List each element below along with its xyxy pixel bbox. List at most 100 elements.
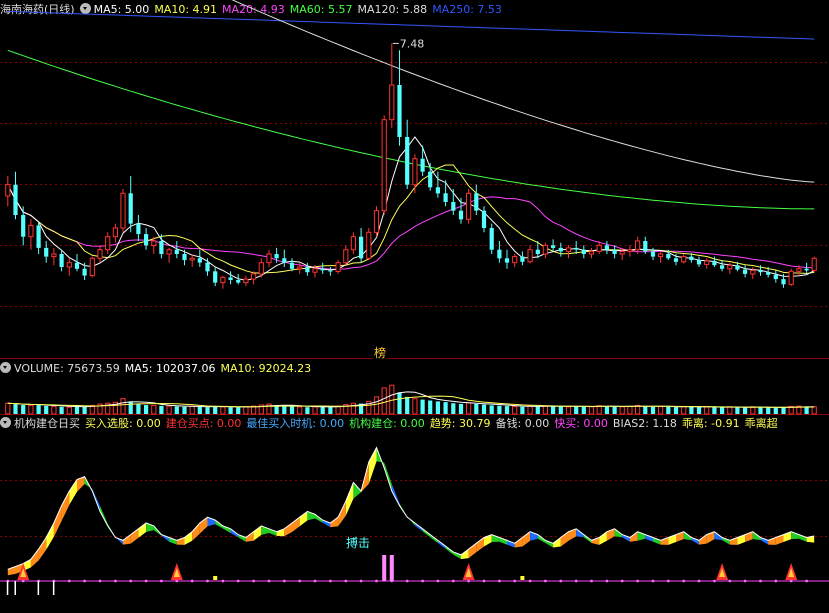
candle-body [220, 276, 226, 284]
trend-band-segment [69, 479, 77, 505]
volume-bar [766, 407, 771, 414]
candle-body [282, 258, 287, 263]
candle-body [581, 249, 586, 254]
candle-body [21, 215, 26, 237]
candle-body [343, 249, 349, 264]
candle-body [811, 257, 817, 271]
volume-bar [727, 406, 733, 415]
volume-bar [312, 406, 318, 415]
candle-body [650, 251, 656, 257]
rank-badge[interactable]: 榜 [374, 345, 386, 360]
peak-price-label: 7.48 [400, 37, 425, 50]
volume-bar [128, 401, 133, 414]
baseline-dot [590, 579, 593, 583]
volume-bar [236, 407, 241, 414]
volume-bar [689, 406, 694, 414]
candle-body [481, 210, 487, 228]
baseline-dot [160, 579, 163, 583]
candle-body [44, 247, 49, 257]
candle-body [451, 202, 456, 211]
baseline-dot [329, 579, 332, 583]
trend-band-segment [522, 531, 531, 547]
volume-bar [159, 405, 164, 414]
baseline-dot [620, 579, 624, 583]
trend-band-segment [284, 523, 292, 537]
volume-bar [373, 396, 380, 415]
stock-chart[interactable]: 7.48 榜 搏击 [0, 0, 829, 613]
candle-body [497, 249, 502, 259]
candle-body [443, 193, 448, 202]
volume-bar [74, 406, 80, 414]
candle-body [359, 236, 364, 259]
volume-bar [627, 405, 633, 415]
volume-bar [650, 406, 656, 414]
candle-body [13, 184, 18, 215]
baseline-dot [666, 579, 670, 583]
candle-body [428, 171, 433, 188]
candle-body [5, 184, 11, 197]
trend-line [7, 446, 815, 570]
candle-body [120, 192, 126, 229]
candle-body [758, 270, 763, 273]
baseline-dot [175, 579, 179, 583]
candle-body [213, 271, 218, 283]
candle-body [228, 277, 233, 280]
candle-body [159, 241, 164, 254]
candle-body [320, 268, 325, 271]
volume-bar [696, 407, 702, 414]
candle-body [673, 258, 679, 262]
volume-bar [712, 407, 717, 414]
candle-body [604, 245, 609, 250]
candle-body [28, 224, 34, 238]
candle-body [266, 253, 272, 264]
baseline-dot [759, 579, 762, 583]
candle-body [619, 250, 625, 255]
signal-tick [37, 581, 40, 595]
volume-bar [335, 405, 341, 415]
baseline-dot [313, 579, 317, 583]
candle-body [773, 274, 778, 280]
volume-bar [435, 401, 440, 414]
volume-bar [21, 405, 26, 414]
volume-bar [428, 400, 433, 414]
baseline-dot [298, 579, 302, 583]
signal-marker [213, 576, 218, 580]
volume-bar [681, 405, 687, 415]
volume-bar [289, 406, 295, 414]
volume-bar [328, 407, 333, 414]
candle-body [166, 249, 172, 255]
candle-body [558, 247, 563, 252]
candle-body [328, 270, 333, 272]
volume-bar [781, 407, 786, 414]
signal-pillar [382, 555, 387, 581]
volume-bar [82, 406, 87, 414]
signal-tick [52, 581, 55, 595]
volume-bar [13, 404, 18, 414]
trend-band-segment [599, 531, 607, 545]
baseline-dot [114, 579, 117, 583]
candle-body [535, 249, 540, 254]
volume-bar [5, 402, 11, 415]
volume-bar [282, 405, 287, 414]
candle-body [796, 268, 802, 272]
candle-body [97, 249, 103, 259]
volume-bar [66, 406, 72, 415]
baseline-dot [359, 579, 363, 583]
candle-body [612, 249, 617, 254]
baseline-dot [574, 579, 578, 583]
volume-bar [420, 399, 425, 414]
signal-tick [14, 581, 16, 595]
candle-body [643, 241, 648, 252]
baseline-dot [697, 579, 701, 583]
baseline-dot [67, 579, 71, 583]
baseline-dot [236, 579, 240, 583]
baseline-dot [544, 579, 547, 583]
volume-bar [704, 406, 710, 415]
volume-bar [574, 406, 579, 414]
candle-body [735, 265, 740, 270]
trend-band-segment [560, 531, 569, 547]
candle-body [750, 270, 756, 275]
volume-bar [189, 405, 195, 415]
baseline-dot [252, 579, 256, 583]
volume-bar [604, 406, 609, 414]
